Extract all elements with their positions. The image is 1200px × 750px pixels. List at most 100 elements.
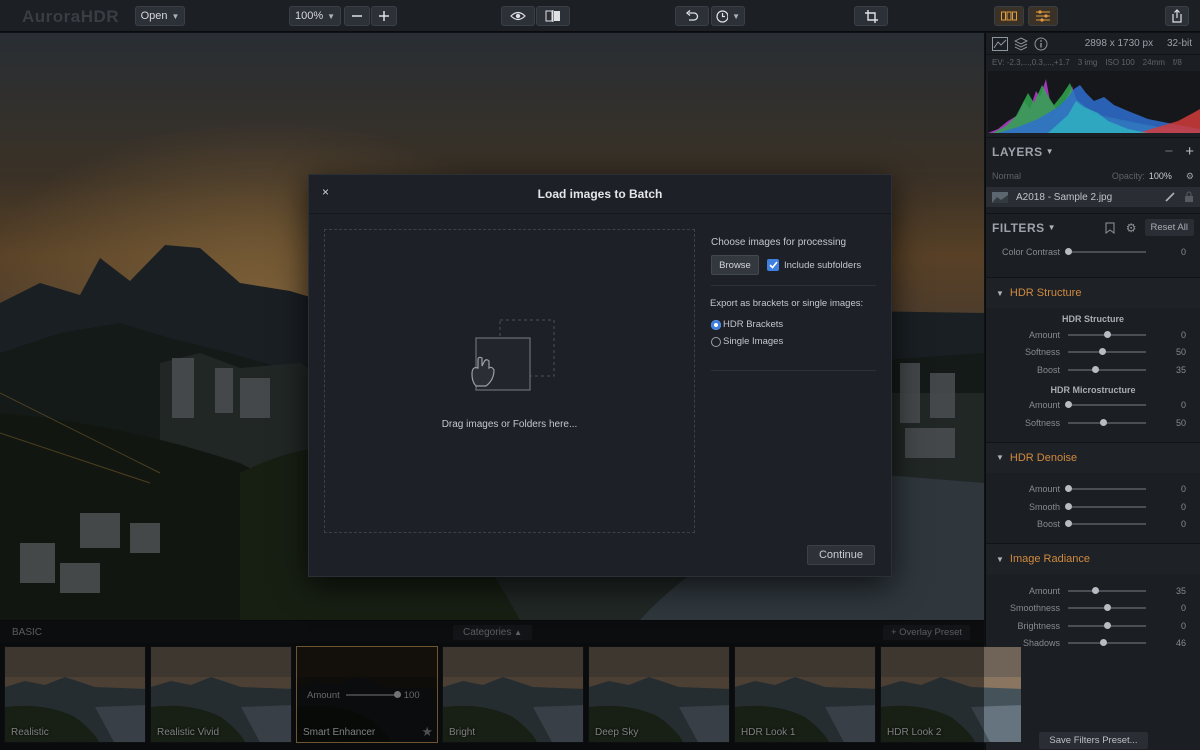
mask-icon[interactable] — [1104, 222, 1116, 234]
gear-icon[interactable]: ⚙ — [1186, 171, 1194, 182]
opacity-value[interactable]: 100% — [1149, 171, 1172, 181]
layer-item[interactable]: A2018 - Sample 2.jpg — [986, 187, 1200, 207]
info-icon[interactable] — [1034, 37, 1048, 51]
filter-group-header[interactable]: ▼ Image Radiance — [986, 544, 1200, 574]
filter-label: Brightness — [1017, 620, 1060, 631]
right-panel: 2898 x 1730 px 32-bit EV: -2.3,...,0.3,.… — [985, 33, 1200, 750]
zoom-in-button[interactable] — [371, 6, 397, 26]
exif-iso: ISO 100 — [1105, 58, 1135, 67]
filter-row[interactable]: Smooth 0 — [986, 498, 1200, 516]
filter-group: ▼ Image Radiance Amount 35 Smoothness 0 Bright… — [986, 543, 1200, 652]
slider-track[interactable] — [1068, 586, 1146, 594]
filter-row[interactable]: Amount 0 — [986, 326, 1200, 344]
chevron-down-icon: ▼ — [732, 11, 740, 21]
slider-track[interactable] — [1064, 248, 1146, 255]
slider-knob[interactable] — [1100, 418, 1108, 426]
slider-track[interactable] — [1068, 621, 1146, 629]
presets-toggle-button[interactable] — [994, 6, 1024, 26]
filter-value: 0 — [1180, 484, 1186, 495]
drop-zone-hint: Drag images or Folders here... — [441, 419, 578, 430]
slider-knob[interactable] — [1091, 365, 1099, 373]
chevron-down-icon[interactable]: ▼ — [1046, 147, 1054, 156]
remove-layer-button[interactable]: − — [1164, 143, 1173, 160]
filter-subsection-title: HDR Structure — [1061, 314, 1124, 324]
sliders-icon — [1036, 10, 1050, 22]
slider-knob[interactable] — [1064, 520, 1072, 528]
slider-knob[interactable] — [1064, 485, 1072, 493]
brush-icon[interactable] — [1164, 191, 1176, 203]
filter-label: Softness — [1024, 417, 1060, 428]
slider-knob[interactable] — [1064, 401, 1072, 409]
save-filters-preset-button[interactable]: Save Filters Preset... — [1039, 732, 1148, 749]
slider-track[interactable] — [1068, 330, 1146, 338]
filter-subsection-title: HDR Microstructure — [1050, 384, 1136, 395]
minus-icon — [352, 15, 362, 17]
filter-row[interactable]: Brightness 0 — [986, 617, 1200, 635]
layers-icon[interactable] — [1014, 36, 1028, 51]
exif-aperture: f/8 — [1172, 58, 1182, 67]
slider-knob[interactable] — [1100, 639, 1108, 647]
filter-row[interactable]: Softness 50 — [986, 414, 1200, 432]
drop-zone[interactable]: Drag images or Folders here... — [324, 229, 695, 533]
slider-track[interactable] — [1064, 520, 1146, 528]
compare-button[interactable] — [536, 6, 570, 26]
preview-button[interactable] — [501, 6, 535, 26]
slider-track[interactable] — [1064, 502, 1146, 510]
chevron-down-icon[interactable]: ▼ — [1048, 223, 1056, 232]
zoom-value: 100% — [294, 10, 324, 22]
layer-options: Normal Opacity: 100% ⚙ — [986, 165, 1200, 187]
slider-track[interactable] — [1068, 604, 1146, 612]
zoom-select[interactable]: 100% ▼ — [289, 6, 341, 26]
filter-row[interactable]: Smoothness 0 — [986, 600, 1200, 618]
filter-row[interactable]: Amount 35 — [986, 582, 1200, 600]
undo-button[interactable] — [675, 6, 709, 26]
hdr-brackets-label[interactable]: HDR Brackets — [723, 319, 783, 330]
filter-row[interactable]: Amount 0 — [986, 481, 1200, 499]
filter-row[interactable]: Amount 0 — [986, 397, 1200, 415]
include-subfolders-label[interactable]: Include subfolders — [784, 260, 861, 271]
reset-all-button[interactable]: Reset All — [1144, 219, 1194, 236]
slider-track[interactable] — [1068, 639, 1146, 647]
hdr-brackets-radio[interactable] — [711, 320, 721, 330]
slider-track[interactable] — [1064, 485, 1146, 493]
filter-label: Amount — [1028, 585, 1060, 596]
filters-header: FILTERS ▼ ⚙ Reset All — [986, 213, 1200, 241]
gear-icon[interactable]: ⚙ — [1126, 221, 1137, 235]
add-layer-button[interactable]: + — [1185, 143, 1194, 160]
share-button[interactable] — [1165, 6, 1189, 26]
slider-knob[interactable] — [1103, 621, 1111, 629]
slider-track[interactable] — [1068, 418, 1146, 426]
history-button[interactable]: ▼ — [711, 6, 745, 26]
single-images-radio[interactable] — [711, 337, 721, 347]
slider-knob[interactable] — [1064, 502, 1072, 510]
single-images-label[interactable]: Single Images — [723, 336, 783, 347]
browse-button[interactable]: Browse — [711, 255, 759, 275]
filters-toggle-button[interactable] — [1028, 6, 1058, 26]
slider-knob[interactable] — [1091, 586, 1099, 594]
filter-group-header[interactable]: ▼ HDR Structure — [986, 278, 1200, 308]
filter-row[interactable]: Boost 35 — [986, 361, 1200, 379]
filter-row[interactable]: Boost 0 — [986, 516, 1200, 534]
include-subfolders-checkbox[interactable] — [767, 259, 779, 271]
slider-track[interactable] — [1068, 348, 1146, 356]
continue-button[interactable]: Continue — [807, 545, 875, 565]
slider-knob[interactable] — [1103, 604, 1111, 612]
compare-icon — [545, 10, 560, 22]
histogram-icon[interactable] — [992, 36, 1008, 51]
slider-track[interactable] — [1064, 401, 1146, 409]
filter-row[interactable]: Softness 50 — [986, 344, 1200, 362]
clock-icon — [716, 9, 729, 23]
crop-button[interactable] — [854, 6, 888, 26]
open-button[interactable]: Open ▼ — [135, 6, 185, 26]
chevron-down-icon: ▼ — [996, 554, 1004, 564]
zoom-out-button[interactable] — [344, 6, 370, 26]
layer-name: A2018 - Sample 2.jpg — [1016, 191, 1113, 203]
slider-knob[interactable] — [1103, 330, 1111, 338]
slider-knob[interactable] — [1098, 348, 1106, 356]
blend-mode-select[interactable]: Normal — [992, 171, 1021, 181]
lock-icon[interactable] — [1184, 191, 1194, 203]
filter-group-header[interactable]: ▼ HDR Denoise — [986, 442, 1200, 473]
slider-track[interactable] — [1068, 365, 1146, 373]
filter-row-color-contrast[interactable]: Color Contrast 0 — [986, 241, 1200, 263]
slider-knob[interactable] — [1064, 248, 1072, 255]
